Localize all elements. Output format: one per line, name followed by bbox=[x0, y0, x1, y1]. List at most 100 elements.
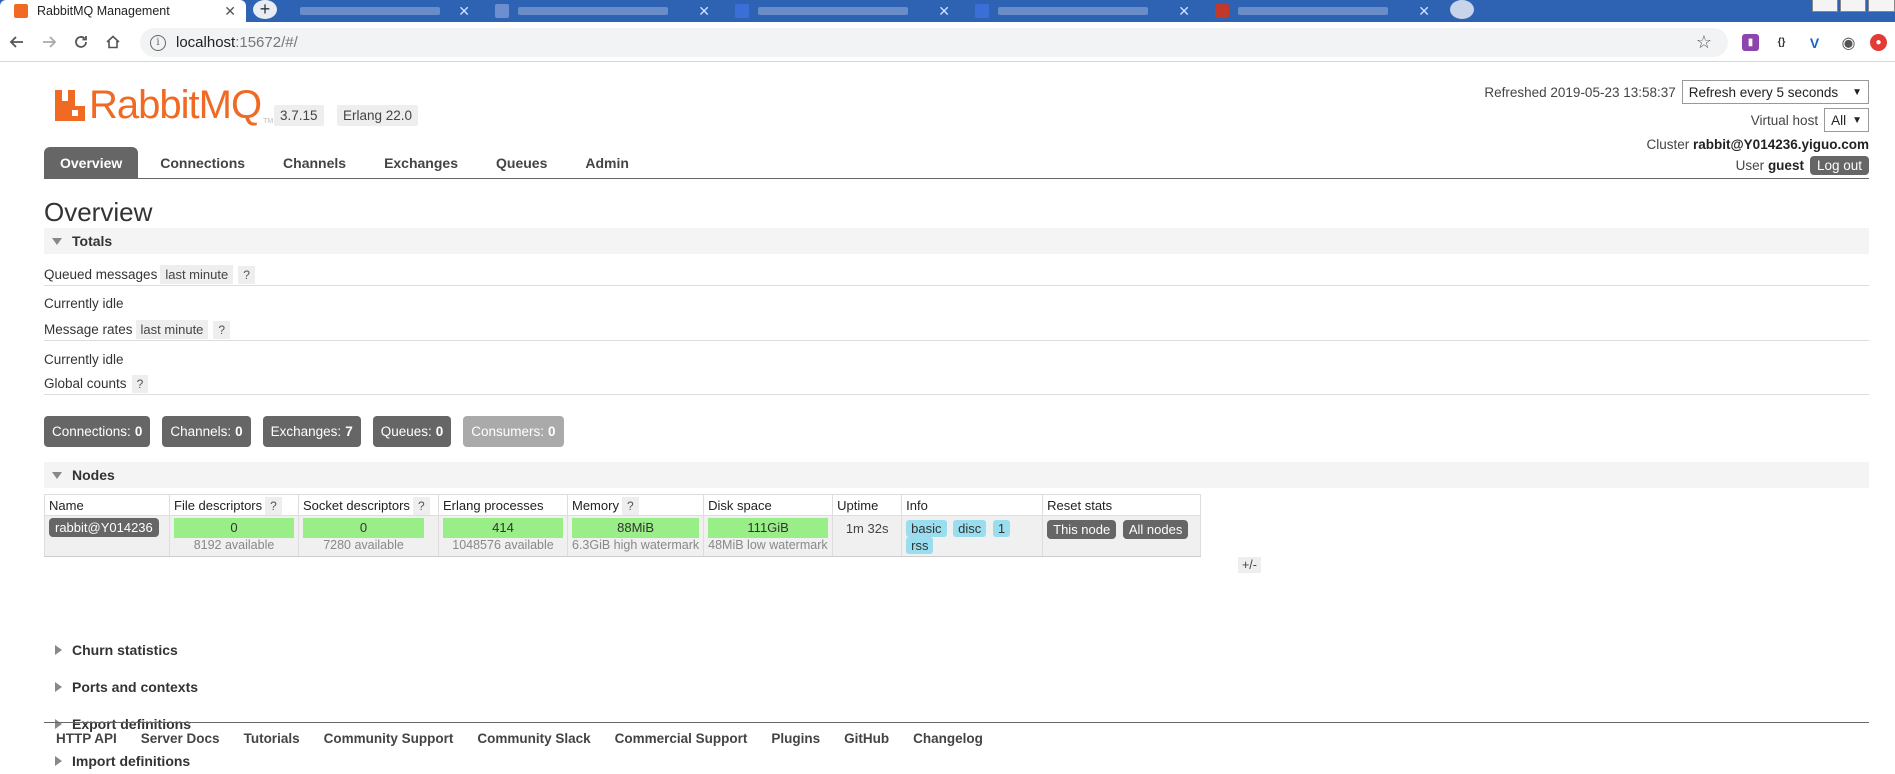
socket-descriptors-bar: 0 bbox=[303, 518, 424, 538]
new-tab-button[interactable]: + bbox=[253, 0, 277, 19]
help-button[interactable]: ? bbox=[265, 496, 282, 515]
forward-arrow-icon[interactable] bbox=[38, 31, 60, 53]
bookmark-star-icon[interactable]: ☆ bbox=[1696, 32, 1712, 53]
info-badge-basic[interactable]: basic bbox=[906, 520, 947, 537]
collapse-triangle-icon bbox=[52, 471, 62, 479]
churn-statistics-section[interactable]: Churn statistics bbox=[44, 637, 1869, 663]
footer-link-server-docs[interactable]: Server Docs bbox=[141, 731, 220, 746]
cell-reset-stats: This node All nodes bbox=[1042, 515, 1202, 557]
col-memory[interactable]: Memory? bbox=[566, 494, 705, 516]
footer-link-community-slack[interactable]: Community Slack bbox=[477, 731, 590, 746]
global-counts-label: Global counts bbox=[44, 376, 127, 391]
browser-tab-inactive[interactable]: ✕ bbox=[735, 0, 960, 22]
maximize-window-icon[interactable] bbox=[1840, 0, 1866, 12]
close-tab-icon[interactable]: ✕ bbox=[1418, 3, 1430, 20]
nav-tab-queues[interactable]: Queues bbox=[480, 147, 563, 178]
totals-section-header[interactable]: Totals bbox=[44, 228, 1869, 254]
queued-range-selector[interactable]: last minute bbox=[160, 265, 234, 284]
site-info-icon[interactable]: i bbox=[150, 34, 166, 51]
ports-contexts-section[interactable]: Ports and contexts bbox=[44, 674, 1869, 700]
col-disk-space[interactable]: Disk space bbox=[703, 494, 834, 516]
footer-link-http-api[interactable]: HTTP API bbox=[56, 731, 117, 746]
info-badge-disc[interactable]: disc bbox=[953, 520, 987, 537]
count-exchanges[interactable]: Exchanges: 7 bbox=[262, 416, 361, 447]
col-socket-descriptors[interactable]: Socket descriptors? bbox=[298, 494, 439, 516]
footer-link-community-support[interactable]: Community Support bbox=[324, 731, 454, 746]
page-favicon-icon bbox=[735, 4, 749, 18]
close-tab-icon[interactable]: ✕ bbox=[224, 3, 236, 20]
extension-icon[interactable]: ▮ bbox=[1742, 34, 1759, 51]
footer-link-tutorials[interactable]: Tutorials bbox=[244, 731, 300, 746]
col-info[interactable]: Info bbox=[901, 494, 1044, 516]
close-tab-icon[interactable]: ✕ bbox=[938, 3, 950, 20]
help-button[interactable]: ? bbox=[412, 496, 430, 515]
address-bar[interactable]: i localhost:15672/#/ ☆ bbox=[140, 28, 1728, 57]
browser-tab-rabbitmq[interactable]: RabbitMQ Management ✕ bbox=[0, 0, 246, 22]
info-badge-rss[interactable]: rss bbox=[906, 537, 934, 554]
table-row: rabbit@Y014236 0 8192 available 0 7280 a… bbox=[44, 515, 1202, 557]
reset-all-nodes-button[interactable]: All nodes bbox=[1122, 520, 1189, 539]
reload-icon[interactable] bbox=[70, 31, 92, 53]
nav-tab-channels[interactable]: Channels bbox=[267, 147, 362, 178]
reset-this-node-button[interactable]: This node bbox=[1047, 520, 1117, 539]
help-button[interactable]: ? bbox=[238, 265, 255, 284]
count-channels[interactable]: Channels: 0 bbox=[162, 416, 251, 447]
help-button[interactable]: ? bbox=[131, 374, 149, 393]
footer-link-changelog[interactable]: Changelog bbox=[913, 731, 983, 746]
refresh-interval-select[interactable]: Refresh every 5 seconds ▼ bbox=[1681, 80, 1869, 104]
profile-avatar-icon[interactable]: ◉ bbox=[1840, 34, 1857, 52]
section-title: Ports and contexts bbox=[72, 679, 199, 695]
extension-red-icon[interactable]: ● bbox=[1870, 34, 1887, 51]
col-uptime[interactable]: Uptime bbox=[832, 494, 903, 516]
minimize-window-icon[interactable] bbox=[1812, 0, 1838, 12]
expand-triangle-icon bbox=[55, 645, 62, 655]
col-erlang-processes[interactable]: Erlang processes bbox=[438, 494, 568, 516]
col-name[interactable]: Name bbox=[44, 494, 170, 516]
rates-range-selector[interactable]: last minute bbox=[135, 320, 209, 339]
nodes-section-header[interactable]: Nodes bbox=[44, 462, 1869, 488]
browser-tab-inactive[interactable]: ✕ bbox=[1215, 0, 1440, 22]
dropdown-arrow-icon: ▼ bbox=[1852, 114, 1862, 126]
count-connections[interactable]: Connections: 0 bbox=[44, 416, 151, 447]
node-link[interactable]: rabbit@Y014236 bbox=[49, 518, 159, 537]
footer-link-commercial-support[interactable]: Commercial Support bbox=[615, 731, 748, 746]
vue-devtools-icon[interactable]: V bbox=[1806, 34, 1823, 51]
info-badge-count[interactable]: 1 bbox=[992, 520, 1011, 537]
nav-tab-exchanges[interactable]: Exchanges bbox=[368, 147, 474, 178]
rabbitmq-logo[interactable]: RabbitMQ TM bbox=[54, 84, 273, 126]
nav-tab-admin[interactable]: Admin bbox=[569, 147, 645, 178]
browser-tab-inactive[interactable]: ✕ bbox=[300, 0, 480, 22]
cell-erlang-processes: 414 1048576 available bbox=[438, 515, 568, 557]
json-extension-icon[interactable]: {} bbox=[1773, 34, 1790, 51]
footer-link-plugins[interactable]: Plugins bbox=[771, 731, 820, 746]
toggle-columns-button[interactable]: +/- bbox=[1238, 557, 1261, 573]
new-tab-button-secondary[interactable] bbox=[1450, 0, 1474, 19]
browser-tab-inactive[interactable]: ✕ bbox=[975, 0, 1200, 22]
col-file-descriptors[interactable]: File descriptors? bbox=[169, 494, 299, 516]
close-window-icon[interactable] bbox=[1868, 0, 1895, 12]
cell-info: basic disc 1 rss bbox=[901, 515, 1044, 557]
cell-file-descriptors: 0 8192 available bbox=[169, 515, 299, 557]
footer-link-github[interactable]: GitHub bbox=[844, 731, 889, 746]
virtual-host-select[interactable]: All ▼ bbox=[1824, 108, 1869, 132]
section-title: Nodes bbox=[72, 467, 115, 483]
help-button[interactable]: ? bbox=[213, 320, 231, 339]
browser-tab-inactive[interactable]: ✕ bbox=[495, 0, 720, 22]
global-counts-header: Global counts ? bbox=[44, 373, 1869, 395]
file-descriptors-bar: 0 bbox=[174, 518, 294, 538]
back-arrow-icon[interactable] bbox=[6, 31, 28, 53]
help-button[interactable]: ? bbox=[621, 496, 639, 515]
count-queues[interactable]: Queues: 0 bbox=[372, 416, 452, 447]
nav-tab-overview[interactable]: Overview bbox=[44, 147, 139, 178]
count-consumers[interactable]: Consumers: 0 bbox=[463, 416, 564, 447]
memory-watermark: 6.3GiB high watermark bbox=[572, 538, 700, 552]
erlang-processes-available: 1048576 available bbox=[452, 538, 554, 552]
rabbit-logo-icon bbox=[54, 88, 86, 122]
close-tab-icon[interactable]: ✕ bbox=[698, 3, 710, 20]
cell-memory: 88MiB 6.3GiB high watermark bbox=[566, 515, 705, 557]
home-icon[interactable] bbox=[102, 31, 124, 53]
nav-tab-connections[interactable]: Connections bbox=[144, 147, 261, 178]
erlang-processes-bar: 414 bbox=[443, 518, 563, 538]
close-tab-icon[interactable]: ✕ bbox=[458, 3, 470, 20]
close-tab-icon[interactable]: ✕ bbox=[1178, 3, 1190, 20]
